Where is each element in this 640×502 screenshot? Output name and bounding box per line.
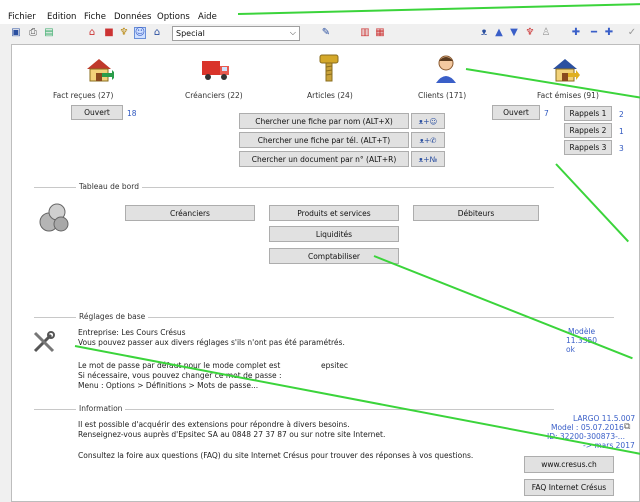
rappels-1-button[interactable]: Rappels 1 [564,106,612,121]
rappels-2-count: 1 [619,127,624,136]
mode-select-value: Special [176,29,205,38]
report-icon[interactable]: ▦ [374,27,386,39]
remove-icon[interactable]: ━ [588,27,600,39]
open-issued-button[interactable]: Ouvert [492,105,540,120]
open-received-count: 18 [127,109,137,118]
settings-company: Entreprise: Les Cours Crésus [78,328,186,337]
module-label-fact-emises[interactable]: Fact émises (91) [537,91,599,100]
invoice-in-icon[interactable]: ⌂ [86,27,98,39]
main-panel: Fact reçues (27) Créanciers (22) Article… [11,44,640,502]
settings-hint: Vous pouvez passer aux divers réglages s… [78,338,345,347]
information-title: Information [76,404,126,413]
rappels-2-button[interactable]: Rappels 2 [564,123,612,138]
chart-icon[interactable]: ▥ [359,27,371,39]
preview-icon[interactable]: ▤ [43,27,55,39]
website-button[interactable]: www.cresus.ch [524,456,614,473]
copy-icon[interactable]: ⧉ [624,422,630,432]
mode-select[interactable]: Special ⌵ [172,26,300,41]
dashboard-liquidites-button[interactable]: Liquidités [269,226,399,242]
dashboard-creanciers-button[interactable]: Créanciers [125,205,255,221]
settings-title: Réglages de base [76,312,149,321]
search-number-icon[interactable]: ᴥ+№ [411,151,445,167]
model-status: ok [566,345,575,354]
module-label-creanciers[interactable]: Créanciers (22) [185,91,243,100]
edit-icon[interactable]: ✎ [320,27,332,39]
screw-icon[interactable]: ♆ [118,27,130,39]
screw-icon[interactable] [317,53,341,85]
search-by-number-button[interactable]: Chercher un document par n° (ALT+R) [239,151,409,167]
truck-icon[interactable]: ■ [103,27,115,39]
open-received-button[interactable]: Ouvert [71,105,123,120]
menu-edition[interactable]: Edition [47,12,76,22]
house-arrow-out-icon[interactable] [550,55,580,85]
open-issued-count: 7 [544,109,549,118]
print-icon[interactable]: ⎙ [27,27,39,39]
dashboard-debiteurs-button[interactable]: Débiteurs [413,205,539,221]
menu-fiche[interactable]: Fiche [84,12,106,22]
module-label-clients[interactable]: Clients (171) [418,91,466,100]
arrow-up-icon[interactable]: ▲ [493,27,505,39]
rappels-1-count: 2 [619,110,624,119]
invoice-out-icon[interactable]: ⌂ [151,27,163,39]
menu-aide[interactable]: Aide [198,12,217,22]
rappels-3-count: 3 [619,144,624,153]
rappels-3-button[interactable]: Rappels 3 [564,140,612,155]
lock-icon[interactable]: ♙ [540,27,552,39]
menu-donnees[interactable]: Données [114,12,151,22]
model-date: Model : 05.07.2016 [551,423,624,432]
module-label-fact-recues[interactable]: Fact reçues (27) [53,91,113,100]
search-phone-icon[interactable]: ᴥ+✆ [411,132,445,148]
faq-button[interactable]: FAQ Internet Crésus [524,479,614,496]
comptabiliser-button[interactable]: Comptabiliser [269,248,399,264]
arrow-down-icon[interactable]: ▼ [508,27,520,39]
save-icon[interactable]: ▣ [10,27,22,39]
search-by-name-button[interactable]: Chercher une fiche par nom (ALT+X) [239,113,409,129]
dashboard-title: Tableau de bord [76,182,142,191]
truck-icon[interactable] [200,57,232,83]
info-faq-text: Consultez la foire aux questions (FAQ) d… [78,451,474,460]
binoculars-icon[interactable]: ᴥ [478,27,490,39]
toolbar: ▣ ⎙ ▤ ⌂ ■ ♆ ☺ ⌂ ✎ ▥ ▦ ᴥ ▲ ▼ ♆ ♙ ✚ ━ ✚ ✓ [0,24,640,43]
add-alt-icon[interactable]: ✚ [603,27,615,39]
filter-icon[interactable]: ♆ [524,27,536,39]
search-by-phone-button[interactable]: Chercher une fiche par tél. (ALT+T) [239,132,409,148]
person-icon[interactable] [433,53,459,85]
check-icon[interactable]: ✓ [626,27,638,39]
info-contact: Renseignez-vous auprès d'Epsitec SA au 0… [78,430,386,439]
house-arrow-icon[interactable] [84,55,117,85]
info-extensions: Il est possible d'acquérir des extension… [78,420,350,429]
module-label-articles[interactable]: Articles (24) [307,91,353,100]
search-name-icon[interactable]: ᴥ+☺ [411,113,445,129]
menu-options[interactable]: Options [157,12,190,22]
dashboard-produits-button[interactable]: Produits et services [269,205,399,221]
tools-icon[interactable] [32,330,56,354]
settings-password-value: epsitec [321,361,349,370]
menu-fichier[interactable]: Fichier [8,12,36,22]
coins-icon [37,200,71,234]
add-icon[interactable]: ✚ [570,27,582,39]
settings-menu-path: Menu : Options > Définitions > Mots de p… [78,381,259,390]
chevron-down-icon: ⌵ [289,28,296,37]
client-icon[interactable]: ☺ [134,27,146,39]
